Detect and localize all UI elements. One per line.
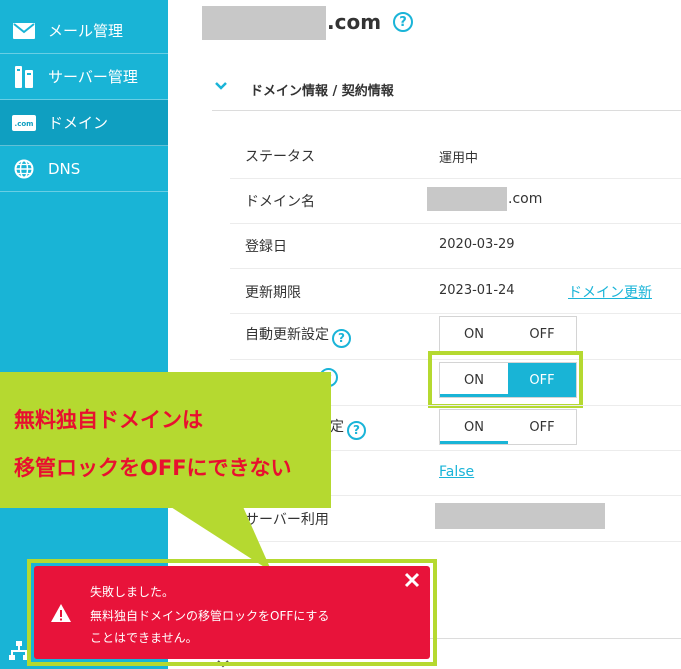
divider: [230, 178, 681, 179]
help-icon[interactable]: ?: [347, 420, 366, 440]
sidebar-item-label: ドメイン: [48, 114, 109, 132]
divider: [230, 268, 681, 269]
toast-title: 失敗しました。: [90, 585, 175, 599]
domain-name-value-redacted: [427, 187, 507, 211]
registered-date-label: 登録日: [245, 239, 287, 255]
sidebar-item-label: メール管理: [48, 22, 124, 40]
status-label: ステータス: [245, 149, 315, 165]
sidebar-item-domain[interactable]: .com ドメイン: [0, 100, 168, 146]
annotation-line-1: 無料独自ドメインは: [14, 408, 203, 432]
divider: [230, 223, 681, 224]
domain-name-label: ドメイン名: [245, 194, 315, 210]
svg-text:.com: .com: [15, 120, 34, 128]
auto-renew-row: 自動更新設定?: [245, 324, 351, 348]
domain-name-value: .com: [508, 191, 543, 207]
section-title[interactable]: ドメイン情報 / 契約情報: [250, 80, 394, 99]
help-icon[interactable]: ?: [332, 328, 351, 348]
auto-renew-label: 自動更新設定: [245, 327, 329, 343]
setting-row: 定?: [330, 416, 366, 440]
warning-icon: [50, 603, 72, 623]
divider: [212, 110, 681, 111]
server-use-value-redacted: [435, 503, 605, 529]
mail-icon: [0, 22, 48, 39]
divider: [230, 541, 681, 542]
renew-domain-link[interactable]: ドメイン更新: [568, 282, 652, 302]
toggle-on-option[interactable]: ON: [440, 317, 508, 351]
annotation-callout: 無料独自ドメインは 移管ロックをOFFにできない: [0, 372, 331, 508]
domain-name-redacted: [202, 6, 326, 40]
toggle-off-option[interactable]: OFF: [508, 317, 576, 351]
setting-label-tail: 定: [330, 419, 344, 435]
toast-message-line-1: 無料独自ドメインの移管ロックをOFFにする: [90, 609, 330, 623]
false-link[interactable]: False: [439, 464, 474, 480]
help-icon[interactable]: ?: [393, 12, 413, 32]
sidebar-item-label: DNS: [48, 159, 81, 178]
server-use-label: サーバー利用: [245, 512, 329, 528]
page-title: .com: [327, 10, 382, 34]
globe-icon: [0, 159, 48, 179]
annotation-line-2: 移管ロックをOFFにできない: [14, 456, 292, 480]
divider: [230, 313, 681, 314]
setting-toggle[interactable]: ON OFF: [439, 409, 577, 445]
chevron-down-icon[interactable]: [214, 78, 228, 92]
sidebar-item-label: サーバー管理: [48, 68, 138, 86]
expiry-label: 更新期限: [245, 285, 301, 301]
registered-date-value: 2020-03-29: [439, 237, 515, 252]
toggle-off-option[interactable]: OFF: [508, 410, 576, 444]
error-toast: 失敗しました。 無料独自ドメインの移管ロックをOFFにする ことはできません。: [34, 566, 430, 659]
domain-icon: .com: [0, 114, 48, 131]
highlight-box: [428, 351, 583, 408]
toast-message-line-2: ことはできません。: [90, 631, 198, 645]
sidebar-item-dns[interactable]: DNS: [0, 146, 168, 192]
sidebar-item-server[interactable]: サーバー管理: [0, 54, 168, 100]
expiry-value: 2023-01-24: [439, 283, 515, 298]
server-icon: [0, 65, 48, 88]
toggle-on-option[interactable]: ON: [440, 410, 508, 444]
sidebar-item-mail[interactable]: メール管理: [0, 8, 168, 54]
auto-renew-toggle[interactable]: ON OFF: [439, 316, 577, 352]
status-value: 運用中: [439, 151, 479, 166]
close-icon[interactable]: [404, 572, 420, 588]
